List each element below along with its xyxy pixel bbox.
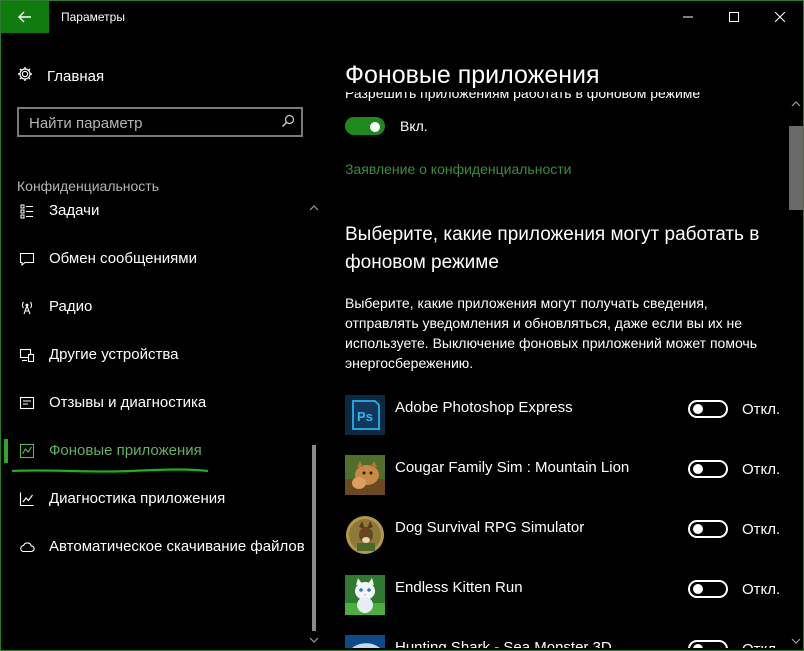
- content-scrollbar[interactable]: [789, 97, 803, 650]
- sidebar-nav: Задачи Обмен сообщениями Радио Другие ус…: [1, 201, 323, 649]
- toggle-state-label: Откл.: [742, 641, 780, 648]
- app-name: Cougar Family Sim : Mountain Lion: [395, 459, 630, 476]
- app-toggle[interactable]: [688, 640, 728, 648]
- shark-icon: [345, 635, 385, 648]
- highlight-underline: [11, 468, 209, 473]
- app-row-photoshop-express: Ps Adobe Photoshop Express Откл.: [345, 395, 785, 437]
- gear-icon: [17, 66, 33, 86]
- content-scroll-area: Разрешить приложениям работать в фоновом…: [323, 92, 787, 648]
- search-input[interactable]: [19, 109, 281, 137]
- toggle-knob: [370, 122, 380, 132]
- sidebar-item-label: Отзывы и диагностика: [49, 394, 207, 411]
- app-toggle[interactable]: [688, 580, 728, 598]
- app-row-dog-survival: Dog Survival RPG Simulator Откл.: [345, 515, 785, 557]
- settings-window: Параметры Главная Найти параметр Конфиде…: [0, 0, 804, 651]
- app-toggle[interactable]: [688, 400, 728, 418]
- other-devices-icon: [19, 347, 35, 363]
- photoshop-express-icon: Ps: [345, 395, 385, 435]
- sidebar-item-feedback[interactable]: Отзывы и диагностика: [1, 379, 323, 427]
- page-title: Фоновые приложения: [345, 61, 600, 89]
- toggle-knob: [693, 404, 703, 414]
- sidebar-scrollbar[interactable]: [307, 201, 321, 647]
- scroll-down-icon[interactable]: [791, 636, 801, 646]
- app-toggle[interactable]: [688, 520, 728, 538]
- back-arrow-icon: [18, 11, 31, 23]
- cougar-icon: [345, 455, 385, 495]
- toggle-knob: [693, 524, 703, 534]
- tasks-icon: [19, 203, 35, 219]
- app-row-cougar-family-sim: Cougar Family Sim : Mountain Lion Откл.: [345, 455, 785, 497]
- app-diagnostics-icon: [19, 491, 35, 507]
- app-row-hunting-shark: Hunting Shark - Sea Monster 3D Откл.: [345, 635, 785, 648]
- app-name: Hunting Shark - Sea Monster 3D: [395, 639, 612, 648]
- window-title: Параметры: [61, 10, 125, 24]
- kitten-icon: [345, 575, 385, 615]
- search-icon[interactable]: [281, 114, 295, 133]
- dog-icon: [345, 515, 385, 555]
- app-row-endless-kitten-run: Endless Kitten Run Откл.: [345, 575, 785, 617]
- sidebar-item-background-apps[interactable]: Фоновые приложения: [1, 427, 323, 475]
- search-box[interactable]: [17, 107, 303, 137]
- sidebar-item-other-devices[interactable]: Другие устройства: [1, 331, 323, 379]
- scroll-up-icon[interactable]: [309, 203, 319, 213]
- toggle-knob: [693, 464, 703, 474]
- title-bar: Параметры: [1, 1, 803, 33]
- toggle-state-label: Откл.: [742, 401, 781, 418]
- toggle-state-label: Откл.: [742, 581, 781, 598]
- sidebar-item-label: Автоматическое скачивание файлов: [49, 538, 305, 555]
- toggle-state-label: Откл.: [742, 461, 781, 478]
- cloud-icon: [19, 539, 35, 555]
- main-content: Фоновые приложения Разрешить приложениям…: [323, 33, 803, 650]
- svg-text:Ps: Ps: [357, 409, 373, 424]
- app-name: Dog Survival RPG Simulator: [395, 519, 585, 536]
- sidebar: Главная Конфиденциальность: [1, 33, 323, 650]
- toggle-knob: [693, 584, 703, 594]
- minimize-icon: [683, 16, 693, 18]
- sidebar-item-label: Задачи: [49, 202, 100, 219]
- sidebar-item-label: Диагностика приложения: [49, 490, 226, 507]
- section-heading: Конфиденциальность: [17, 178, 160, 194]
- privacy-statement-link[interactable]: Заявление о конфиденциальности: [345, 161, 571, 177]
- close-button[interactable]: [757, 1, 803, 33]
- maximize-icon: [729, 12, 739, 22]
- sidebar-item-auto-downloads[interactable]: Автоматическое скачивание файлов: [1, 523, 323, 571]
- sidebar-item-label: Фоновые приложения: [49, 442, 202, 459]
- radio-icon: [19, 299, 35, 315]
- toggle-state-label: Вкл.: [400, 118, 428, 134]
- app-name: Adobe Photoshop Express: [395, 399, 573, 416]
- app-name: Endless Kitten Run: [395, 579, 523, 596]
- toggle-knob: [693, 644, 703, 648]
- messaging-icon: [19, 251, 35, 267]
- allow-background-toggle[interactable]: [345, 117, 385, 135]
- home-label: Главная: [47, 67, 105, 85]
- allow-background-label: Разрешить приложениям работать в фоновом…: [345, 92, 701, 101]
- sidebar-item-app-diagnostics[interactable]: Диагностика приложения: [1, 475, 323, 523]
- app-toggle[interactable]: [688, 460, 728, 478]
- minimize-button[interactable]: [665, 1, 711, 33]
- close-icon: [775, 12, 785, 22]
- scroll-down-icon[interactable]: [309, 635, 319, 645]
- scrollbar-thumb[interactable]: [312, 445, 316, 631]
- home-link[interactable]: Главная: [17, 66, 104, 86]
- sidebar-item-messaging[interactable]: Обмен сообщениями: [1, 235, 323, 283]
- section-title: Выберите, какие приложения могут работат…: [345, 224, 760, 273]
- sidebar-item-label: Другие устройства: [49, 346, 179, 363]
- master-toggle-row: Вкл.: [345, 117, 428, 135]
- section-description: Выберите, какие приложения могут получат…: [345, 295, 758, 371]
- sidebar-item-radio[interactable]: Радио: [1, 283, 323, 331]
- sidebar-item-label: Обмен сообщениями: [49, 250, 197, 267]
- scroll-up-icon[interactable]: [791, 99, 801, 109]
- maximize-button[interactable]: [711, 1, 757, 33]
- selection-indicator: [4, 439, 8, 463]
- back-button[interactable]: [1, 1, 49, 33]
- feedback-icon: [19, 395, 35, 411]
- scrollbar-thumb[interactable]: [789, 126, 803, 210]
- sidebar-item-tasks[interactable]: Задачи: [1, 201, 323, 235]
- toggle-state-label: Откл.: [742, 521, 781, 538]
- sidebar-item-label: Радио: [49, 298, 93, 315]
- background-apps-icon: [19, 443, 35, 459]
